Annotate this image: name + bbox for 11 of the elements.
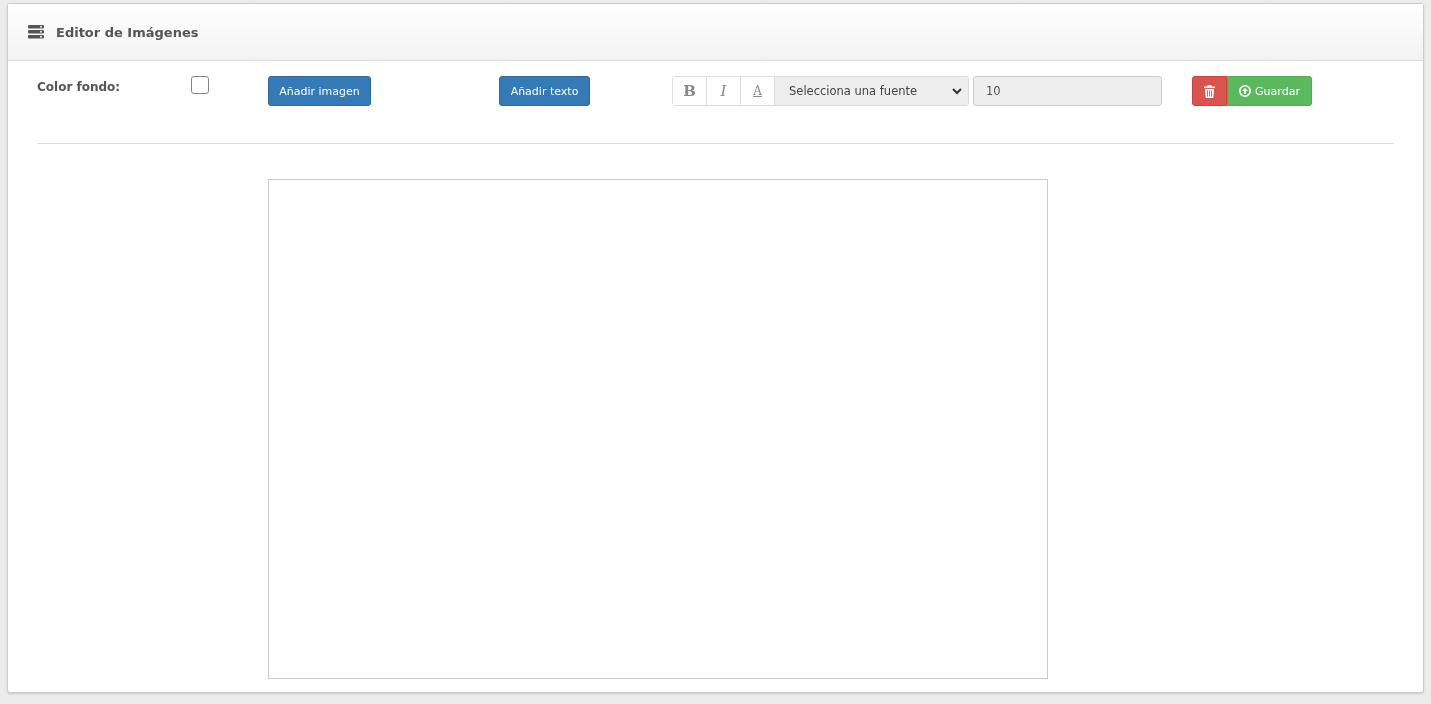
upload-circle-icon [1239,85,1252,97]
save-button[interactable]: Guardar [1227,76,1312,106]
background-checkbox[interactable] [191,76,209,94]
font-size-field[interactable]: 10 [973,76,1162,106]
background-color-label: Color fondo: [37,80,122,94]
delete-button[interactable] [1192,76,1227,106]
server-icon [28,25,44,39]
panel-title: Editor de Imágenes [56,24,199,40]
trash-icon [1204,84,1215,98]
add-text-button[interactable]: Añadir texto [499,76,590,106]
add-image-button[interactable]: Añadir imagen [268,76,371,106]
